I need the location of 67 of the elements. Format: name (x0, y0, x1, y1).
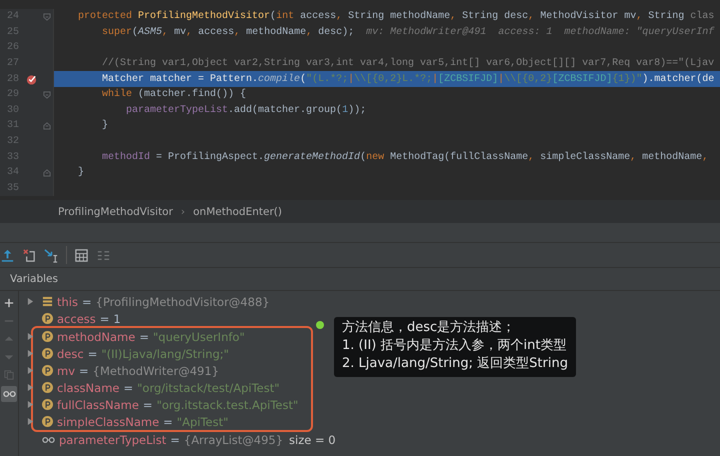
variable-name: className (57, 380, 120, 394)
fold-marker-icon[interactable] (43, 168, 51, 177)
variable-name: fullClassName (57, 398, 139, 412)
primitive-icon (42, 382, 53, 393)
variable-name: methodName (57, 330, 136, 344)
code-line: super(ASM5, mv, access, methodName, desc); mv: MethodWriter@491 access: 1 methodName: "queryUserInf (101, 26, 714, 38)
variable-value: "org.itstack.test.ApiTest" (156, 398, 298, 412)
calculator-icon[interactable] (74, 248, 89, 262)
primitive-icon (42, 399, 53, 410)
equals-sign: = (79, 364, 89, 378)
variable-name: access (57, 312, 96, 326)
code-line: parameterTypeList.add(matcher.group(1)); (125, 104, 366, 116)
variable-value: {MethodWriter@491} (92, 364, 219, 378)
plus-icon[interactable] (4, 298, 14, 308)
glasses-icon (2, 390, 16, 398)
status-dot (316, 321, 324, 329)
code-line: while (matcher.find()) { (101, 89, 246, 100)
equals-sign: = (100, 312, 110, 326)
tooltip-line: 2. Ljava/lang/String; 返回类型String (342, 355, 568, 373)
code-line: //(String var1,Object var2,String var3,int var4,long var5,int[] var6,Object[][] var7,Req var8)=="(Ljav (101, 58, 714, 70)
variable-value: "queryUserInfo" (152, 330, 245, 344)
stack-icon (42, 296, 53, 307)
variable-value: 1 (113, 312, 121, 326)
glasses-icon (42, 436, 55, 444)
code-line: } (77, 167, 84, 178)
expand-arrow-icon[interactable] (26, 297, 34, 306)
equals-sign: = (88, 346, 98, 360)
breadcrumb-item[interactable]: onMethodEnter() (193, 206, 282, 218)
primitive-icon (42, 365, 53, 376)
variable-name: mv (57, 364, 76, 378)
equals-sign: = (142, 398, 153, 412)
collection-size: size = 0 (289, 432, 336, 446)
equals-sign: = (170, 432, 180, 446)
variable-name: this (57, 294, 78, 308)
fold-marker-icon[interactable] (43, 122, 51, 130)
tooltip-line: 1. (II) 括号内是方法入参，两个int类型 (342, 337, 568, 355)
primitive-icon (42, 416, 53, 427)
code-line: methodId = ProfilingAspect.generateMethodId(new MethodTag(fullClassName, simpleClassName, methodName, (101, 152, 708, 163)
arrow-cursor-icon[interactable] (44, 248, 59, 262)
variable-value: "org/itstack/test/ApiTest" (137, 380, 280, 394)
code-line: } (101, 120, 108, 132)
equals-sign: = (82, 294, 92, 308)
variable-value: "(II)Ljava/lang/String;" (101, 346, 229, 360)
variable-value: {ProfilingMethodVisitor@488} (96, 294, 270, 308)
fold-marker-icon[interactable] (43, 90, 51, 99)
code-line: Matcher matcher = Pattern.compile("(L.*?;|\\[{0,2}L.*?;|[ZCBSIFJD]|\\[{0,2}[ZCBSIFJD]{1})").matcher(de (101, 74, 714, 85)
variable-name: simpleClassName (57, 414, 160, 428)
primitive-icon (42, 348, 53, 359)
code-line: protected ProfilingMethodVisitor(int access, String methodName, String desc, MethodVisitor mv, String clas (77, 11, 714, 22)
equals-sign: = (163, 414, 173, 428)
breakpoint-icon[interactable] (26, 74, 36, 85)
tooltip-line: 方法信息，desc是方法描述； (342, 319, 516, 337)
arrow-up-icon[interactable] (0, 248, 15, 262)
variable-name: desc (57, 346, 84, 360)
variable-value: {ArrayList@495} (184, 432, 284, 446)
variable-value: "ApiTest" (176, 414, 228, 428)
equals-sign: = (123, 380, 134, 394)
breadcrumb-item[interactable]: ProfilingMethodVisitor (58, 206, 173, 218)
frame-x-icon[interactable] (22, 248, 37, 262)
breadcrumb-separator: › (180, 206, 186, 218)
variable-name: parameterTypeList (59, 432, 166, 446)
fold-marker-icon[interactable] (43, 12, 51, 21)
watches-toggle[interactable] (1, 386, 17, 402)
primitive-icon (42, 313, 53, 324)
panel-title: Variables (10, 273, 58, 285)
primitive-icon (42, 331, 53, 342)
equals-sign: = (139, 330, 149, 344)
